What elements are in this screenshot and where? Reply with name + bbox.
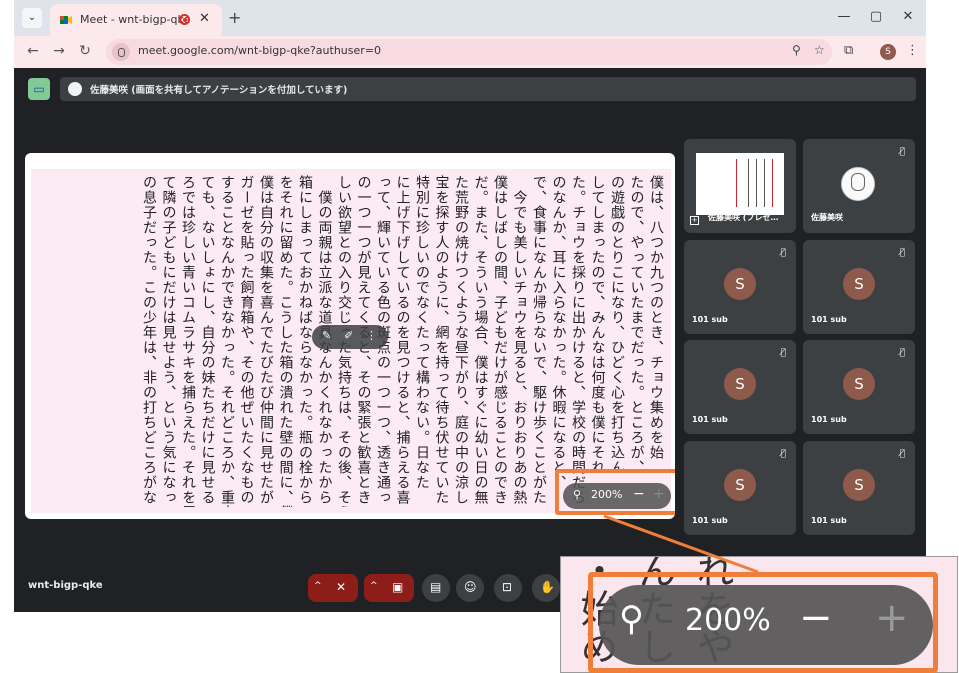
highlight-box-small: [555, 469, 675, 515]
maximize-icon[interactable]: ▢: [866, 9, 886, 24]
meeting-code: wnt-bigp-qke: [28, 580, 103, 591]
mic-button[interactable]: ^ ✕: [308, 574, 358, 602]
presenter-avatar: [68, 82, 82, 96]
camera-off-icon: ▣: [392, 580, 404, 594]
captions-icon: ▤: [430, 580, 442, 594]
participant-tile[interactable]: 🎙̸ S 101 sub: [684, 240, 796, 334]
camera-button[interactable]: ^ ▣: [364, 574, 414, 602]
participant-avatar: S: [724, 268, 756, 300]
zoom-icon[interactable]: ⚲: [792, 43, 801, 57]
captions-button[interactable]: ▤: [422, 574, 450, 602]
close-tab-icon[interactable]: ✕: [199, 11, 210, 26]
mic-off-icon: 🎙̸: [899, 248, 905, 258]
minimize-icon[interactable]: —: [834, 9, 854, 24]
raise-hand-button[interactable]: ✋: [532, 574, 560, 602]
sketch-avatar: [841, 167, 875, 201]
participant-name: 101 sub: [692, 516, 728, 525]
profile-avatar[interactable]: S: [880, 44, 896, 60]
participant-name: 佐藤美咲: [811, 213, 843, 222]
more-icon[interactable]: ⋮: [366, 329, 377, 342]
participant-tile-sketch[interactable]: 🎙̸ 佐藤美咲: [803, 139, 915, 233]
browser-toolbar: ← → ↻ meet.google.com/wnt-bigp-qke?authu…: [14, 36, 926, 68]
emoji-button[interactable]: ☺: [456, 574, 484, 602]
participant-avatar: S: [843, 268, 875, 300]
url-text: meet.google.com/wnt-bigp-qke?authuser=0: [138, 44, 381, 57]
present-button[interactable]: ⊡: [494, 574, 522, 602]
mic-off-icon: 🎙̸: [780, 248, 786, 258]
emoji-icon: ☺: [464, 580, 477, 594]
recording-icon: [179, 14, 190, 25]
pen-icon[interactable]: ✐: [344, 329, 353, 342]
shared-screen[interactable]: 僕は、八つか九つのとき、チョウ集めを始 たので、やっていたまでだった。ところが、…: [25, 153, 675, 519]
extensions-icon[interactable]: ⧉: [844, 43, 853, 58]
reload-icon[interactable]: ↻: [76, 43, 94, 59]
participant-name: 101 sub: [811, 415, 847, 424]
bookmark-star-icon[interactable]: ☆: [814, 43, 825, 57]
participant-name: 佐藤美咲 (プレゼ…: [708, 213, 779, 222]
mic-off-icon: 🎙̸: [780, 449, 786, 459]
meet-logo-icon: [60, 16, 72, 24]
presenting-text: 佐藤美咲 (画面を共有してアノテーションを付加しています): [90, 85, 348, 96]
participant-avatar: S: [724, 368, 756, 400]
chevron-up-icon[interactable]: ^: [314, 581, 322, 591]
mic-off-icon: 🎙̸: [899, 449, 905, 459]
presenting-banner: 佐藤美咲 (画面を共有してアノテーションを付加しています): [60, 77, 916, 101]
participant-name: 101 sub: [811, 315, 847, 324]
more-menu-icon[interactable]: ⋮: [906, 43, 919, 58]
participant-name: 101 sub: [692, 315, 728, 324]
mic-off-icon: ✕: [336, 580, 347, 594]
mic-off-icon: 🎙̸: [780, 348, 786, 358]
hand-icon: ✋: [540, 580, 555, 594]
participant-avatar: S: [843, 368, 875, 400]
mic-off-icon: 🎙̸: [899, 348, 905, 358]
tab-meet[interactable]: Meet - wnt-bigp-qke ✕: [50, 4, 222, 36]
presentation-thumbnail: [696, 153, 784, 215]
address-bar[interactable]: meet.google.com/wnt-bigp-qke?authuser=0 …: [106, 39, 832, 65]
participant-name: 101 sub: [692, 415, 728, 424]
mic-off-icon[interactable]: ✎: [322, 329, 331, 342]
participant-avatar: S: [724, 469, 756, 501]
annotation-controls[interactable]: ✎ ✐ ⋮: [312, 325, 388, 349]
tab-title: Meet - wnt-bigp-qke: [80, 13, 191, 26]
forward-icon[interactable]: →: [50, 43, 68, 59]
mic-off-icon: 🎙̸: [899, 147, 905, 157]
participant-name: 101 sub: [811, 516, 847, 525]
tab-strip: ⌄ Meet - wnt-bigp-qke ✕ + — ▢ ✕: [14, 0, 926, 36]
participant-tile[interactable]: 🎙̸ S 101 sub: [803, 340, 915, 434]
site-info-icon[interactable]: [112, 43, 130, 61]
participant-tile[interactable]: 🎙̸ S 101 sub: [684, 340, 796, 434]
participant-tile[interactable]: 🎙̸ S 101 sub: [803, 240, 915, 334]
back-icon[interactable]: ←: [24, 43, 42, 59]
participant-tile[interactable]: 🎙̸ S 101 sub: [684, 441, 796, 535]
close-window-icon[interactable]: ✕: [898, 9, 918, 24]
present-screen-icon: ⊡: [502, 580, 513, 594]
participant-tile-presentation[interactable]: + 佐藤美咲 (プレゼ…: [684, 139, 796, 233]
participant-avatar: S: [843, 469, 875, 501]
participant-tile[interactable]: 🎙̸ S 101 sub: [803, 441, 915, 535]
present-icon: +: [690, 216, 699, 225]
browser-window: ⌄ Meet - wnt-bigp-qke ✕ + — ▢ ✕ ← → ↻ me…: [14, 0, 926, 612]
tab-search-icon[interactable]: ⌄: [22, 8, 42, 28]
presenting-icon[interactable]: ▭: [28, 78, 50, 100]
document-text: 僕は、八つか九つのとき、チョウ集めを始 たので、やっていたまでだった。ところが、…: [141, 175, 664, 507]
highlight-box-large: [588, 572, 938, 673]
new-tab-icon[interactable]: +: [228, 8, 241, 27]
chevron-up-icon[interactable]: ^: [370, 581, 378, 591]
